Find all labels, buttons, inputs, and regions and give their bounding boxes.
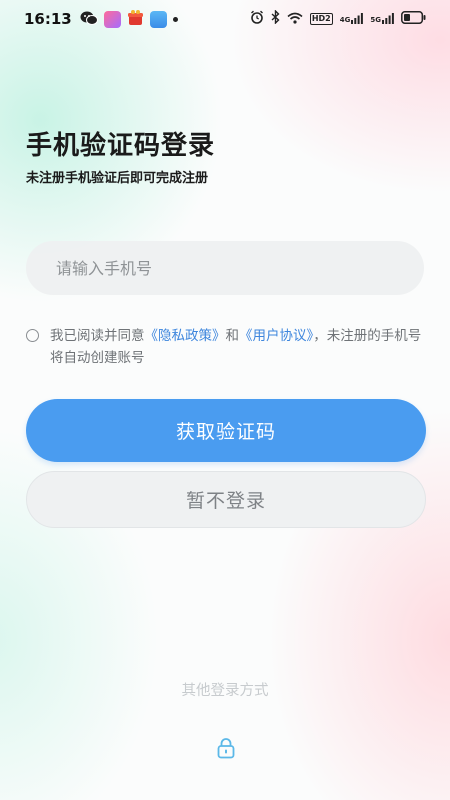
signal-bars-icon bbox=[382, 13, 394, 24]
agreement-prefix: 我已阅读并同意 bbox=[50, 328, 145, 344]
wechat-icon bbox=[80, 10, 98, 30]
agreement-and: 和 bbox=[225, 328, 240, 344]
phone-number-input[interactable] bbox=[26, 241, 424, 295]
gift-notification-icon bbox=[127, 9, 144, 30]
network-4g-label: 4G bbox=[339, 16, 351, 24]
battery-icon bbox=[401, 9, 426, 28]
weather-app-icon bbox=[150, 11, 167, 28]
hd-voice-badge: HD2 bbox=[309, 12, 333, 25]
agreement-checkbox[interactable] bbox=[26, 329, 39, 342]
privacy-policy-link[interactable]: 《隐私政策》 bbox=[145, 328, 226, 344]
wifi-icon bbox=[287, 9, 303, 28]
bluetooth-icon bbox=[271, 9, 280, 28]
app-notification-icon bbox=[104, 11, 121, 28]
get-code-label: 获取验证码 bbox=[175, 421, 276, 443]
network-5g-label: 5G bbox=[370, 16, 381, 24]
skip-login-button[interactable]: 暂不登录 bbox=[26, 471, 426, 528]
signal-4g: 4G bbox=[340, 13, 364, 24]
page-title: 手机验证码登录 bbox=[26, 131, 216, 161]
other-login-methods-label: 其他登录方式 bbox=[181, 683, 269, 699]
user-agreement-link[interactable]: 《用户协议》 bbox=[239, 328, 313, 344]
signal-bars-icon bbox=[351, 13, 364, 24]
more-notifications-dot bbox=[173, 17, 178, 22]
alarm-icon bbox=[250, 9, 264, 28]
get-verification-code-button[interactable]: 获取验证码 bbox=[26, 399, 426, 462]
signal-5g: 5G bbox=[370, 13, 394, 24]
page-subtitle: 未注册手机验证后即可完成注册 bbox=[26, 171, 209, 186]
notification-icons bbox=[80, 9, 178, 30]
agreement-row: 我已阅读并同意《隐私政策》和《用户协议》，未注册的手机号将自动创建账号 bbox=[26, 325, 426, 369]
system-status-icons: HD2 4G 5G bbox=[250, 9, 426, 28]
agreement-text: 我已阅读并同意《隐私政策》和《用户协议》，未注册的手机号将自动创建账号 bbox=[50, 325, 426, 369]
lock-icon[interactable] bbox=[216, 737, 236, 759]
status-bar: 16:13 HD2 4G 5G bbox=[0, 0, 450, 36]
skip-login-label: 暂不登录 bbox=[185, 490, 266, 512]
status-time: 16:13 bbox=[24, 10, 72, 28]
